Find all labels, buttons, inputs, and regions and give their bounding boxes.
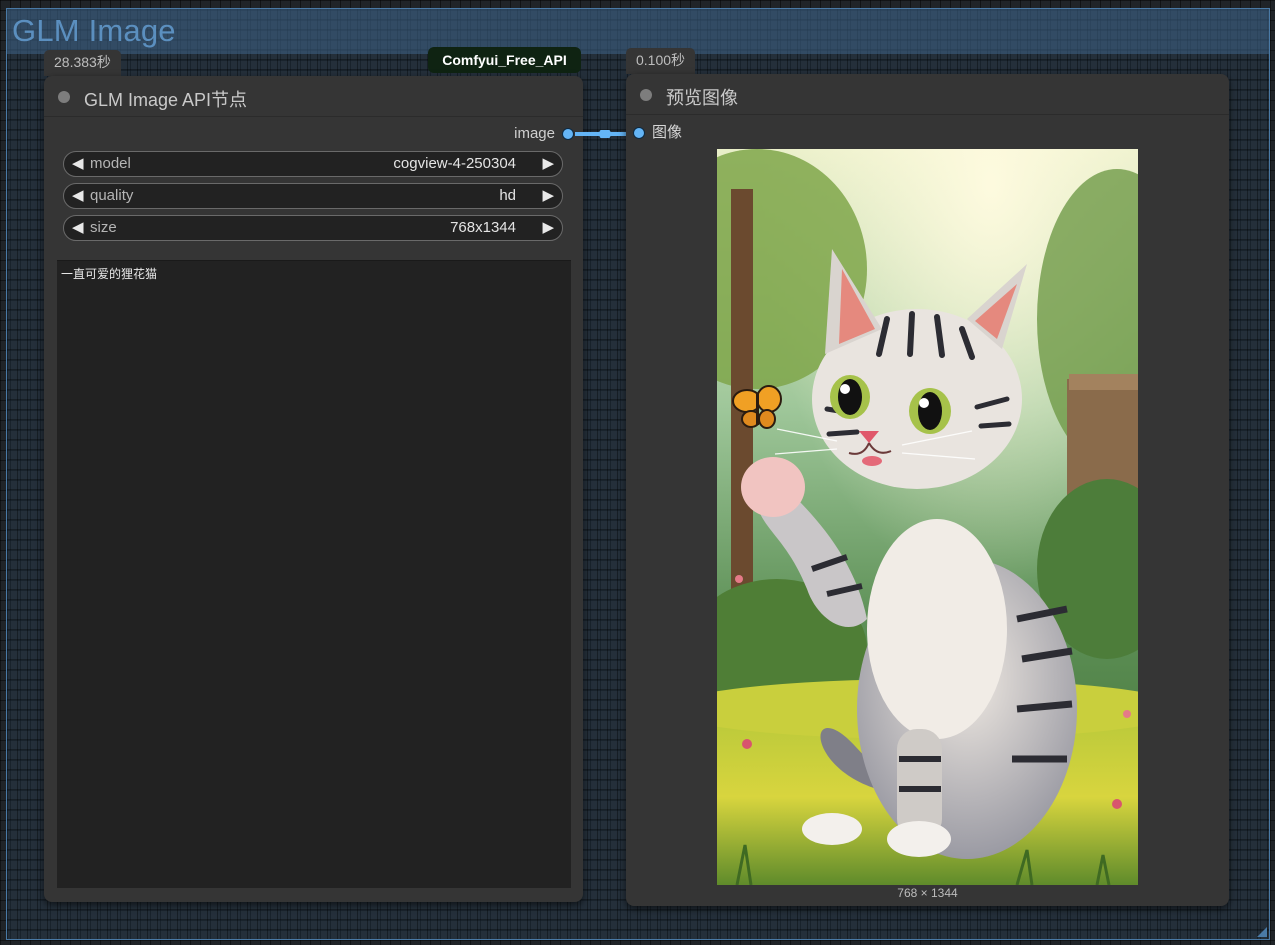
output-connector-dot[interactable]: [563, 129, 573, 140]
node-graph-canvas[interactable]: GLM Image 28.383秒 0.100秒 Comfyui_Free_AP…: [0, 0, 1275, 945]
output-slot-image[interactable]: image: [514, 125, 573, 142]
quality-increment-arrow[interactable]: ▶: [542, 186, 554, 204]
prompt-textarea[interactable]: 一直可爱的狸花猫: [57, 260, 571, 888]
comfyui-free-api-tag: Comfyui_Free_API: [428, 47, 581, 73]
size-widget-name: size: [90, 219, 117, 236]
node-preview-title: 预览图像: [666, 88, 738, 108]
glm-image-api-node[interactable]: GLM Image API节点 image ◀ model cogview-4-…: [44, 76, 583, 902]
input-slot-label: 图像: [652, 124, 683, 141]
image-dimensions-caption: 768 × 1344: [897, 886, 958, 900]
node-glm-title: GLM Image API节点: [84, 90, 248, 110]
group-resize-handle[interactable]: [1257, 927, 1267, 937]
node-glm-timing-badge: 28.383秒: [44, 50, 121, 76]
input-slot-image[interactable]: 图像: [634, 121, 682, 142]
group-title: GLM Image: [12, 13, 176, 48]
model-widget-value: cogview-4-250304: [393, 155, 516, 172]
output-slot-label: image: [514, 125, 555, 142]
model-increment-arrow[interactable]: ▶: [542, 154, 554, 172]
node-preview-timing-badge: 0.100秒: [626, 48, 696, 74]
model-decrement-arrow[interactable]: ◀: [72, 154, 84, 172]
quality-widget-value: hd: [499, 187, 516, 204]
node-glm-header[interactable]: GLM Image API节点: [44, 76, 583, 117]
model-combo-widget[interactable]: ◀ model cogview-4-250304 ▶: [63, 151, 563, 177]
size-widget-value: 768x1344: [450, 219, 516, 236]
size-increment-arrow[interactable]: ▶: [542, 218, 554, 236]
input-connector-dot[interactable]: [634, 128, 644, 139]
quality-widget-name: quality: [90, 187, 134, 204]
preview-image[interactable]: [717, 149, 1138, 885]
node-preview-header[interactable]: 预览图像: [626, 74, 1229, 115]
node-collapse-dot[interactable]: [58, 91, 70, 103]
size-decrement-arrow[interactable]: ◀: [72, 218, 84, 236]
preview-image-node[interactable]: 预览图像 图像 768 × 1344: [626, 74, 1229, 906]
size-combo-widget[interactable]: ◀ size 768x1344 ▶: [63, 215, 563, 241]
model-widget-name: model: [90, 155, 131, 172]
quality-combo-widget[interactable]: ◀ quality hd ▶: [63, 183, 563, 209]
node-collapse-dot[interactable]: [640, 89, 652, 101]
quality-decrement-arrow[interactable]: ◀: [72, 186, 84, 204]
